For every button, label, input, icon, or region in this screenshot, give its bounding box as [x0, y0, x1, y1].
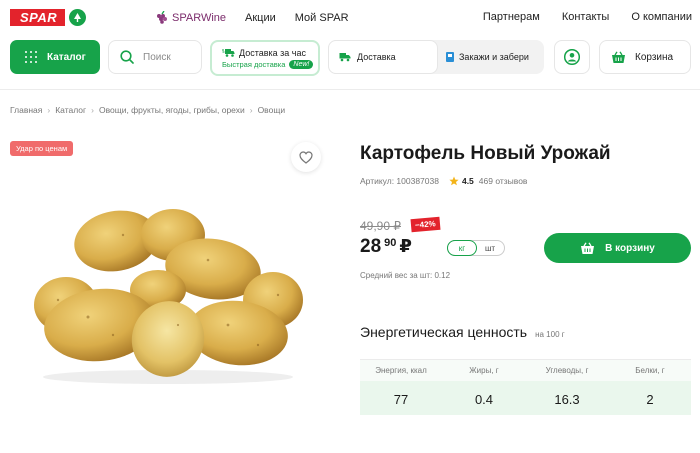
breadcrumb-category[interactable]: Овощи, фрукты, ягоды, грибы, орехи — [99, 105, 245, 115]
new-badge: New! — [289, 60, 314, 69]
old-price: 49,90 ₽ — [360, 219, 401, 233]
nutrition-table: Энергия, ккал 77 Жиры, г 0.4 Углеводы, г… — [360, 359, 691, 415]
price-integer: 28 — [360, 236, 382, 257]
nutrition-label: Белки, г — [635, 366, 665, 375]
cart-button[interactable]: Корзина — [599, 40, 691, 74]
fast-delivery-label: Быстрая доставка — [222, 60, 286, 69]
article-number: Артикул: 100387038 — [360, 176, 439, 186]
delivery-option[interactable]: Доставка — [328, 40, 438, 74]
unit-kg[interactable]: кг — [447, 240, 477, 256]
product-meta: Артикул: 100387038 4.5 469 отзывов — [360, 176, 527, 186]
spar-logo[interactable]: SPAR — [10, 9, 87, 26]
breadcrumb: Главная › Каталог › Овощи, фрукты, ягоды… — [10, 105, 285, 115]
search-placeholder: Поиск — [143, 51, 171, 63]
chevron-right-icon: › — [91, 105, 94, 115]
add-to-cart-label: В корзину — [605, 242, 655, 254]
top-nav-left: SPARWine Акции Мой SPAR — [156, 11, 368, 24]
basket-icon — [612, 50, 625, 63]
nutrition-label: Жиры, г — [469, 366, 499, 375]
heart-icon — [299, 150, 313, 164]
nutrition-label: Энергия, ккал — [375, 366, 427, 375]
logo-text: SPAR — [10, 9, 66, 26]
delivery-hour-button[interactable]: Доставка за час Быстрая доставка New! — [210, 40, 320, 76]
main-toolbar: Каталог Поиск Доставка за час Быстрая до… — [0, 38, 700, 78]
nutrition-value: 16.3 — [554, 392, 580, 407]
pickup-label: Закажи и забери — [459, 52, 529, 62]
search-icon — [120, 50, 134, 64]
basket-icon — [581, 241, 595, 254]
nav-partners[interactable]: Партнерам — [483, 11, 540, 23]
fast-delivery-row: Быстрая доставка New! — [222, 60, 318, 69]
nutrition-value: 77 — [393, 392, 409, 407]
grid-icon — [25, 51, 37, 63]
product-image — [34, 209, 303, 384]
nutrition-carbs: Углеводы, г 16.3 — [526, 360, 608, 407]
breadcrumb-home[interactable]: Главная — [10, 105, 42, 115]
fast-truck-icon — [222, 49, 235, 57]
chevron-right-icon: › — [249, 105, 253, 115]
catalog-button[interactable]: Каталог — [10, 40, 100, 74]
nav-promotions[interactable]: Акции — [245, 12, 276, 24]
breadcrumb-catalog[interactable]: Каталог — [55, 105, 86, 115]
delivery-hour-label: Доставка за час — [239, 48, 306, 58]
search-input[interactable]: Поиск — [108, 40, 202, 74]
top-nav-right: Партнерам Контакты О компании — [461, 11, 692, 23]
user-icon — [564, 49, 580, 65]
grapes-icon — [157, 11, 167, 24]
nutrition-label: Углеводы, г — [545, 366, 589, 375]
add-to-cart-button[interactable]: В корзину — [544, 233, 691, 263]
nav-sparwine[interactable]: SPARWine — [156, 11, 226, 24]
nutrition-per: на 100 г — [535, 330, 565, 339]
nav-my-spar[interactable]: Мой SPAR — [295, 12, 349, 24]
breadcrumb-current[interactable]: Овощи — [258, 105, 286, 115]
nav-about[interactable]: О компании — [631, 11, 692, 23]
current-price: 28 90 ₽ — [360, 236, 412, 258]
rating-value: 4.5 — [461, 176, 474, 186]
catalog-label: Каталог — [47, 51, 86, 63]
nutrition-protein: Белки, г 2 — [609, 360, 691, 407]
delivery-label: Доставка — [357, 52, 396, 62]
promo-badge: Удар по ценам — [10, 141, 74, 156]
unit-pcs[interactable]: шт — [476, 241, 504, 255]
currency-symbol: ₽ — [399, 236, 412, 256]
nav-contacts[interactable]: Контакты — [562, 11, 610, 23]
reviews-link[interactable]: 469 отзывов — [479, 176, 528, 186]
store-pickup-icon — [446, 52, 454, 62]
nutrition-fat: Жиры, г 0.4 — [443, 360, 525, 407]
spar-tree-icon — [69, 9, 87, 26]
nav-sparwine-label: SPARWine — [172, 11, 227, 24]
header-divider — [0, 89, 700, 90]
top-bar: SPAR SPARWine Акции Мой SPAR Партнерам К… — [0, 0, 700, 34]
nutrition-title: Энергетическая ценность — [360, 324, 528, 340]
rating[interactable]: 4.5 — [449, 176, 474, 186]
price-fraction: 90 — [384, 237, 397, 249]
average-weight: Средний вес за шт: 0.12 — [360, 271, 451, 280]
nutrition-value: 0.4 — [474, 392, 494, 407]
unit-toggle: кг шт — [447, 240, 505, 256]
truck-icon — [339, 53, 351, 62]
favorite-button[interactable] — [291, 142, 321, 172]
delivery-mode-switch: Доставка Закажи и забери — [328, 40, 544, 74]
nutrition-value: 2 — [646, 392, 654, 407]
chevron-right-icon: › — [47, 105, 51, 115]
cart-label: Корзина — [635, 51, 674, 63]
star-icon — [449, 176, 459, 186]
nutrition-heading: Энергетическая ценность на 100 г — [360, 324, 565, 340]
product-title: Картофель Новый Урожай — [360, 143, 611, 164]
nutrition-energy: Энергия, ккал 77 — [360, 360, 442, 407]
profile-button[interactable] — [554, 40, 590, 74]
pickup-option[interactable]: Закажи и забери — [442, 40, 544, 74]
discount-badge: −42% — [410, 216, 441, 233]
delivery-hour-row: Доставка за час — [222, 48, 318, 58]
